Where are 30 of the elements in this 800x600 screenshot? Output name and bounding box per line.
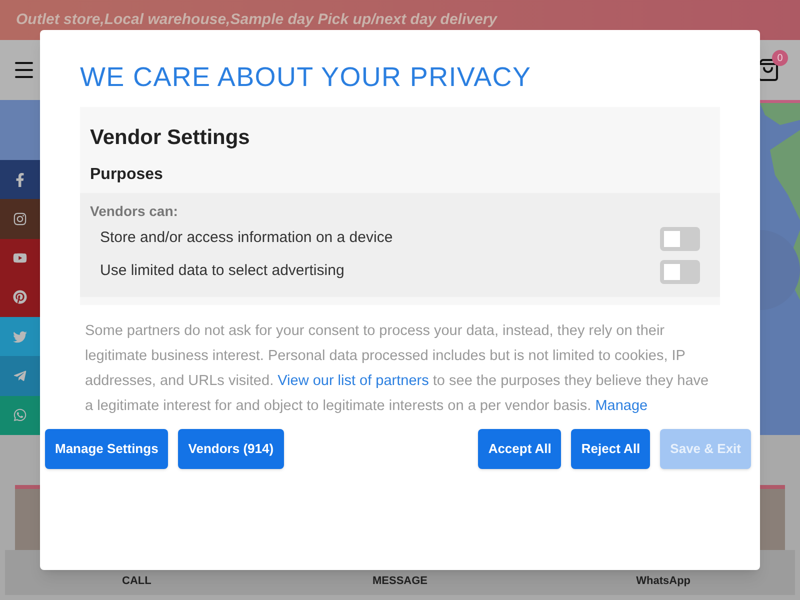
pinterest-icon: [13, 290, 27, 304]
social-link[interactable]: [0, 160, 40, 200]
notice-link[interactable]: View our list of partners: [278, 373, 429, 389]
social-link[interactable]: [0, 278, 40, 318]
social-link[interactable]: [0, 199, 40, 239]
instagram-icon: [13, 212, 27, 226]
youtube-icon: [13, 251, 27, 266]
social-link[interactable]: [0, 238, 40, 278]
banner-text: Outlet store,Local warehouse,Sample day Pick up/next day delivery: [16, 10, 498, 30]
dialog-title: WE CARE ABOUT YOUR PRIVACY: [80, 64, 532, 91]
bottom-bar-link[interactable]: WhatsApp: [636, 572, 691, 589]
cart-count-badge: 0: [772, 50, 788, 66]
bottom-bar-link[interactable]: MESSAGE: [372, 572, 428, 589]
toggle-switch[interactable]: [660, 226, 700, 250]
dialog-button[interactable]: Accept All: [478, 429, 562, 469]
dialog-button[interactable]: Reject All: [571, 429, 650, 469]
twitter-icon: [13, 330, 27, 344]
notice-text: Some partners do not ask for your consent to process your data, instead, they rely on their legitimate business interest. Personal data processed includes but is not limited to cookies, IP addresses, and URLs visited. View our list of partners to see the purposes they believe they have a legitimate interest for and object to legitimate interests on a per vendor basis. Manage: [84, 322, 710, 416]
group-label: Vendors can:: [90, 202, 179, 221]
dialog-button[interactable]: Vendors (914): [178, 429, 284, 469]
dialog-button[interactable]: Manage Settings: [45, 429, 168, 469]
purpose-label: Store and/or access information on a device: [100, 228, 393, 248]
telegram-icon: [13, 369, 27, 384]
bottom-bar-link[interactable]: CALL: [122, 572, 152, 589]
toggle-switch[interactable]: [660, 260, 700, 284]
section-title: Vendor Settings: [90, 127, 251, 148]
purpose-label: Use limited data to select advertising: [100, 261, 344, 282]
notice-link[interactable]: Manage: [595, 398, 648, 414]
whatsapp-icon: [13, 408, 27, 422]
subsection-title: Purposes: [90, 167, 164, 185]
